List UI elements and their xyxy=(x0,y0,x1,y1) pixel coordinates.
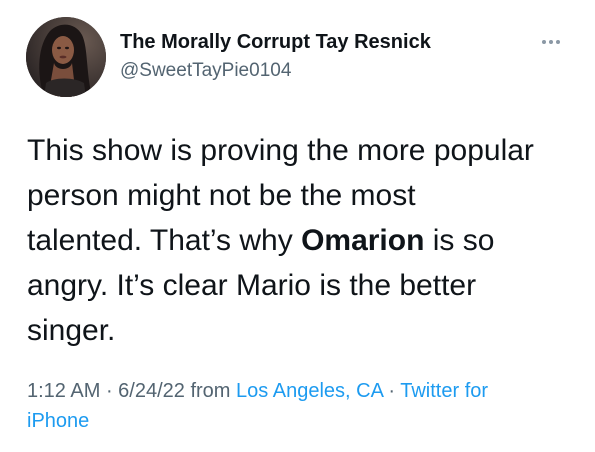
source-link-part2[interactable]: iPhone xyxy=(27,410,89,432)
from-label: from xyxy=(184,380,237,402)
tweet-text-line: This show is proving the more popular xyxy=(27,134,534,167)
tweet-metadata-line: 1:12 AM · 6/24/22 from Los Angeles, CA ·… xyxy=(27,376,572,406)
tweet-time[interactable]: 1:12 AM xyxy=(27,380,100,402)
user-handle[interactable]: @SweetTayPie0104 xyxy=(120,60,291,82)
profile-avatar[interactable] xyxy=(26,17,106,97)
more-horizontal-icon[interactable] xyxy=(536,30,566,50)
display-name[interactable]: The Morally Corrupt Tay Resnick xyxy=(120,31,431,54)
tweet-date[interactable]: 6/24/22 xyxy=(118,380,185,402)
tweet-text-line: talented. That’s why Omarion is so xyxy=(27,218,572,263)
separator-dot: · xyxy=(382,380,401,402)
tweet-text-line: angry. It’s clear Mario is the better xyxy=(27,269,477,302)
tweet-text: This show is proving the more popular pe… xyxy=(27,128,572,353)
source-link-part1[interactable]: Twitter for xyxy=(400,380,488,402)
tweet-text-bold-name: Omarion xyxy=(301,224,425,257)
tweet-metadata-line: iPhone xyxy=(27,406,572,436)
tweet-text-segment: is so xyxy=(424,224,495,257)
tweet-text-segment: talented. That’s why xyxy=(27,224,302,257)
tweet-card: The Morally Corrupt Tay Resnick @SweetTa… xyxy=(0,0,595,452)
tweet-metadata: 1:12 AM · 6/24/22 from Los Angeles, CA ·… xyxy=(27,376,572,436)
location-link[interactable]: Los Angeles, CA xyxy=(236,380,383,402)
avatar-image xyxy=(26,17,106,97)
tweet-text-line: singer. xyxy=(27,314,116,347)
separator-dot: · xyxy=(100,380,119,402)
tweet-text-line: person might not be the most xyxy=(27,179,416,212)
